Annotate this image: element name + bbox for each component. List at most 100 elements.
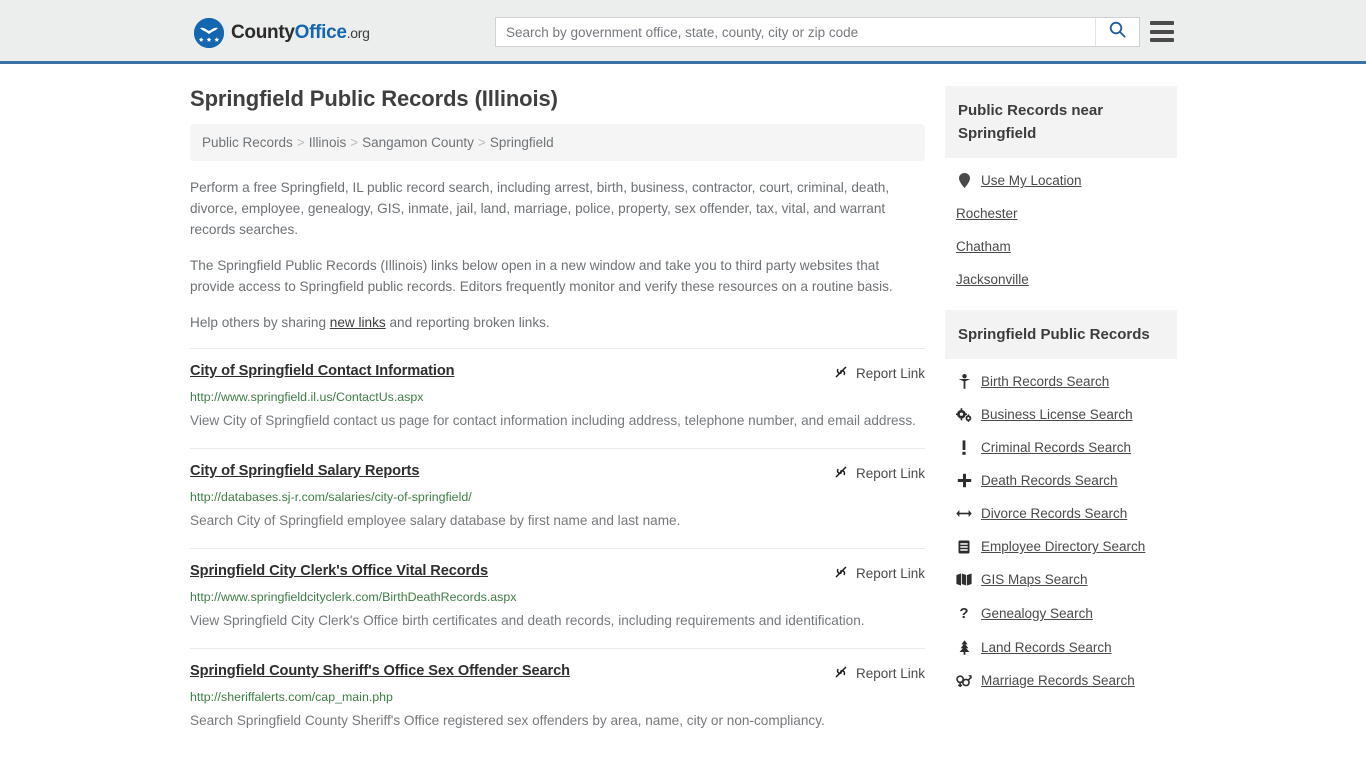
sidebar-link-label[interactable]: Business License Search xyxy=(981,407,1133,422)
breadcrumb-item-1[interactable]: Illinois xyxy=(309,135,347,150)
gears-icon xyxy=(956,407,972,422)
result-item: Springfield City Clerk's Office Vital Re… xyxy=(190,548,925,648)
broken-link-icon xyxy=(833,664,849,683)
breadcrumb-item-0[interactable]: Public Records xyxy=(202,135,293,150)
sidebar-item-marriage-records[interactable]: Marriage Records Search xyxy=(945,664,1177,697)
help-text-after: and reporting broken links. xyxy=(385,315,550,330)
sidebar-link-label[interactable]: Rochester xyxy=(956,206,1018,221)
report-link-button[interactable]: Report Link xyxy=(833,564,925,583)
search-bar[interactable] xyxy=(495,17,1140,47)
search-input[interactable] xyxy=(496,18,1095,46)
result-title-link[interactable]: Springfield County Sheriff's Office Sex … xyxy=(190,663,570,679)
breadcrumb-separator: > xyxy=(296,135,305,150)
result-header: City of Springfield Contact Information … xyxy=(190,363,925,383)
sidebar-item-chatham[interactable]: Chatham xyxy=(945,230,1177,263)
tree-icon xyxy=(956,640,972,655)
report-link-label: Report Link xyxy=(855,466,925,481)
site-logo[interactable]: CountyOffice.org xyxy=(194,18,370,48)
report-link-button[interactable]: Report Link xyxy=(833,664,925,683)
result-header: Springfield County Sheriff's Office Sex … xyxy=(190,663,925,683)
sidebar-link-label[interactable]: Marriage Records Search xyxy=(981,673,1135,688)
sidebar-item-divorce-records[interactable]: Divorce Records Search xyxy=(945,497,1177,530)
baby-icon xyxy=(956,374,972,389)
sidebar-link-label[interactable]: Employee Directory Search xyxy=(981,539,1145,554)
report-link-button[interactable]: Report Link xyxy=(833,364,925,383)
breadcrumb-item-2[interactable]: Sangamon County xyxy=(362,135,474,150)
breadcrumb-separator: > xyxy=(477,135,486,150)
result-url[interactable]: http://databases.sj-r.com/salaries/city-… xyxy=(190,490,925,504)
page-title: Springfield Public Records (Illinois) xyxy=(190,86,558,111)
hamburger-menu-icon[interactable] xyxy=(1150,21,1174,42)
result-description: Search City of Springfield employee sala… xyxy=(190,513,681,528)
sidebar-item-gis-maps[interactable]: GIS Maps Search xyxy=(945,563,1177,596)
sidebar-link-label[interactable]: Genealogy Search xyxy=(981,606,1093,621)
sidebar-link-label[interactable]: Divorce Records Search xyxy=(981,506,1127,521)
exclamation-icon xyxy=(956,440,972,455)
map-icon xyxy=(956,573,972,586)
help-text-before: Help others by sharing xyxy=(190,315,330,330)
result-item: Springfield County Sheriff's Office Sex … xyxy=(190,648,925,748)
intro-paragraph-2: The Springfield Public Records (Illinois… xyxy=(190,258,893,294)
logo-text: CountyOffice.org xyxy=(231,22,370,44)
broken-link-icon xyxy=(833,564,849,583)
content-container: Springfield Public Records (Illinois) Pu… xyxy=(190,64,1177,748)
result-description: Search Springfield County Sheriff's Offi… xyxy=(190,713,825,728)
result-url[interactable]: http://www.springfield.il.us/ContactUs.a… xyxy=(190,390,925,404)
result-header: Springfield City Clerk's Office Vital Re… xyxy=(190,563,925,583)
sidebar: Public Records near Springfield Use My L… xyxy=(945,64,1177,748)
sidebar-item-rochester[interactable]: Rochester xyxy=(945,197,1177,230)
report-link-button[interactable]: Report Link xyxy=(833,464,925,483)
sidebar-card-body: Use My Location Rochester Chatham Jackso… xyxy=(945,158,1177,296)
report-link-label: Report Link xyxy=(855,366,925,381)
breadcrumb-separator: > xyxy=(350,135,359,150)
sidebar-card-body: Birth Records Search Business License Se… xyxy=(945,359,1177,697)
new-links-link[interactable]: new links xyxy=(330,315,386,330)
question-mark-icon: ? xyxy=(959,605,969,622)
result-header: City of Springfield Salary Reports Repor… xyxy=(190,463,925,483)
sidebar-card-nearby: Public Records near Springfield Use My L… xyxy=(945,86,1177,296)
sidebar-link-label[interactable]: Criminal Records Search xyxy=(981,440,1131,455)
sidebar-card-title: Public Records near Springfield xyxy=(945,86,1177,158)
sidebar-link-label[interactable]: Birth Records Search xyxy=(981,374,1109,389)
sidebar-item-criminal-records[interactable]: Criminal Records Search xyxy=(945,431,1177,464)
result-url[interactable]: http://sheriffalerts.com/cap_main.php xyxy=(190,690,925,704)
report-link-label: Report Link xyxy=(855,566,925,581)
sidebar-card-public-records: Springfield Public Records Birth Records… xyxy=(945,310,1177,697)
result-description: View City of Springfield contact us page… xyxy=(190,413,916,428)
sidebar-item-death-records[interactable]: Death Records Search xyxy=(945,464,1177,497)
eagle-shield-icon xyxy=(194,18,224,48)
logo-text-county: County xyxy=(231,22,295,43)
search-icon xyxy=(1109,21,1126,43)
sidebar-item-employee-directory[interactable]: Employee Directory Search xyxy=(945,530,1177,563)
sidebar-item-business-license[interactable]: Business License Search xyxy=(945,398,1177,431)
arrows-split-icon xyxy=(956,508,972,519)
sidebar-item-land-records[interactable]: Land Records Search xyxy=(945,631,1177,664)
result-title-link[interactable]: Springfield City Clerk's Office Vital Re… xyxy=(190,563,488,579)
sidebar-item-birth-records[interactable]: Birth Records Search xyxy=(945,365,1177,398)
breadcrumb-item-3[interactable]: Springfield xyxy=(490,135,554,150)
venus-mars-icon xyxy=(956,674,972,688)
result-title-link[interactable]: City of Springfield Contact Information xyxy=(190,363,455,379)
sidebar-item-use-my-location[interactable]: Use My Location xyxy=(945,164,1177,197)
page-body: Springfield Public Records (Illinois) Pu… xyxy=(0,64,1366,748)
result-description: View Springfield City Clerk's Office bir… xyxy=(190,613,865,628)
hamburger-bar xyxy=(1150,29,1174,34)
sidebar-link-label[interactable]: Land Records Search xyxy=(981,640,1112,655)
sidebar-link-label[interactable]: Chatham xyxy=(956,239,1011,254)
hamburger-bar xyxy=(1150,38,1174,42)
result-url[interactable]: http://www.springfieldcityclerk.com/Birt… xyxy=(190,590,925,604)
sidebar-link-label[interactable]: Death Records Search xyxy=(981,473,1118,488)
result-title-link[interactable]: City of Springfield Salary Reports xyxy=(190,463,419,479)
hamburger-bar xyxy=(1150,21,1174,25)
sidebar-item-jacksonville[interactable]: Jacksonville xyxy=(945,263,1177,296)
map-pin-icon xyxy=(956,173,972,188)
main-column: Springfield Public Records (Illinois) Pu… xyxy=(190,64,925,748)
search-button[interactable] xyxy=(1095,18,1139,46)
sidebar-link-label[interactable]: Jacksonville xyxy=(956,272,1029,287)
id-card-icon xyxy=(956,540,972,554)
intro-paragraph-1: Perform a free Springfield, IL public re… xyxy=(190,180,890,237)
result-item: City of Springfield Contact Information … xyxy=(190,348,925,448)
sidebar-item-genealogy[interactable]: ? Genealogy Search xyxy=(945,596,1177,631)
sidebar-link-label[interactable]: Use My Location xyxy=(981,173,1082,188)
sidebar-link-label[interactable]: GIS Maps Search xyxy=(981,572,1088,587)
